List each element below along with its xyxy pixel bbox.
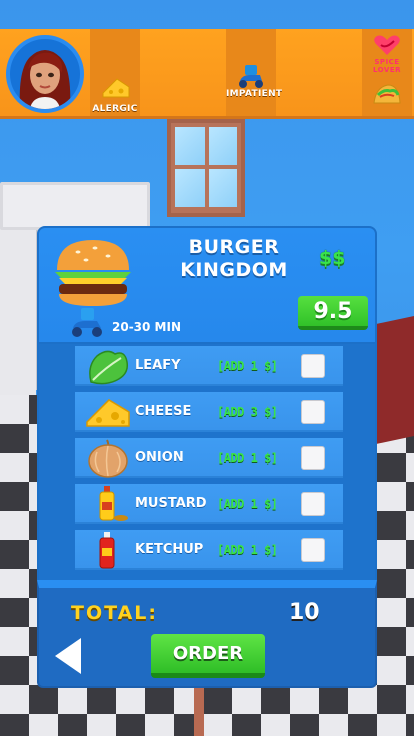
- restaurant-header: BURGER KINGDOM $$ 20-30 MIN 9.5: [37, 226, 377, 344]
- burger-icon: [55, 240, 131, 306]
- option-price: [ADD 3 $]: [217, 405, 278, 419]
- price-level: $$: [319, 247, 346, 269]
- trait-spice-lover: SPICE LOVER: [362, 29, 412, 116]
- list-item[interactable]: KETCHUP [ADD 1 $]: [75, 530, 343, 570]
- scooter-icon: [239, 65, 263, 88]
- taco-icon: [373, 84, 401, 104]
- list-item[interactable]: ONION [ADD 1 $]: [75, 438, 343, 478]
- back-arrow-icon: [55, 638, 81, 674]
- total-label: TOTAL:: [71, 602, 159, 624]
- options-list: LEAFY [ADD 1 $] CHEESE [ADD 3 $] ONION […: [37, 344, 377, 580]
- onion-icon: [88, 439, 128, 478]
- cheese-icon: [102, 78, 130, 98]
- option-name: ONION: [135, 450, 184, 465]
- option-checkbox[interactable]: [301, 400, 325, 424]
- delivery-time: 20-30 MIN: [112, 320, 182, 334]
- customer-bar: ALERGIC IMPATIENT SPICE LOVER: [0, 29, 414, 119]
- kitchen-counter: [376, 315, 414, 445]
- trait-label: ALERGIC: [92, 104, 138, 114]
- order-button[interactable]: ORDER: [151, 634, 265, 678]
- ketchup-icon: [99, 532, 115, 569]
- trait-allergic: ALERGIC: [90, 29, 140, 116]
- option-checkbox[interactable]: [301, 492, 325, 516]
- list-item[interactable]: CHEESE [ADD 3 $]: [75, 392, 343, 432]
- rating-badge: 9.5: [298, 296, 368, 330]
- option-checkbox[interactable]: [301, 446, 325, 470]
- fridge-door: [0, 182, 150, 230]
- trait-impatient: IMPATIENT: [226, 29, 283, 116]
- trait-label: IMPATIENT: [226, 89, 283, 99]
- chili-heart-icon: [374, 35, 400, 55]
- option-price: [ADD 1 $]: [217, 451, 278, 465]
- option-checkbox[interactable]: [301, 538, 325, 562]
- scooter-icon: [72, 308, 102, 337]
- back-button[interactable]: [53, 636, 83, 676]
- restaurant-name: BURGER KINGDOM: [180, 236, 288, 281]
- trait-label: SPICE LOVER: [372, 58, 402, 74]
- list-item[interactable]: MUSTARD [ADD 1 $]: [75, 484, 343, 524]
- option-price: [ADD 1 $]: [217, 359, 278, 373]
- option-price: [ADD 1 $]: [217, 543, 278, 557]
- mustard-icon: [99, 486, 128, 521]
- option-checkbox[interactable]: [301, 354, 325, 378]
- table-leg: [194, 686, 204, 736]
- lettuce-icon: [89, 350, 129, 385]
- cheese-icon: [86, 399, 130, 427]
- list-item[interactable]: LEAFY [ADD 1 $]: [75, 346, 343, 386]
- option-name: KETCHUP: [135, 542, 204, 557]
- room-window: [167, 119, 245, 217]
- option-name: MUSTARD: [135, 496, 207, 511]
- order-footer: TOTAL: 10 ORDER: [37, 580, 377, 688]
- option-name: LEAFY: [135, 358, 181, 373]
- option-name: CHEESE: [135, 404, 192, 419]
- customer-avatar: [6, 35, 84, 113]
- total-value: 10: [289, 600, 320, 625]
- option-price: [ADD 1 $]: [217, 497, 278, 511]
- restaurant-card: BURGER KINGDOM $$ 20-30 MIN 9.5 LEAFY [A…: [37, 226, 377, 688]
